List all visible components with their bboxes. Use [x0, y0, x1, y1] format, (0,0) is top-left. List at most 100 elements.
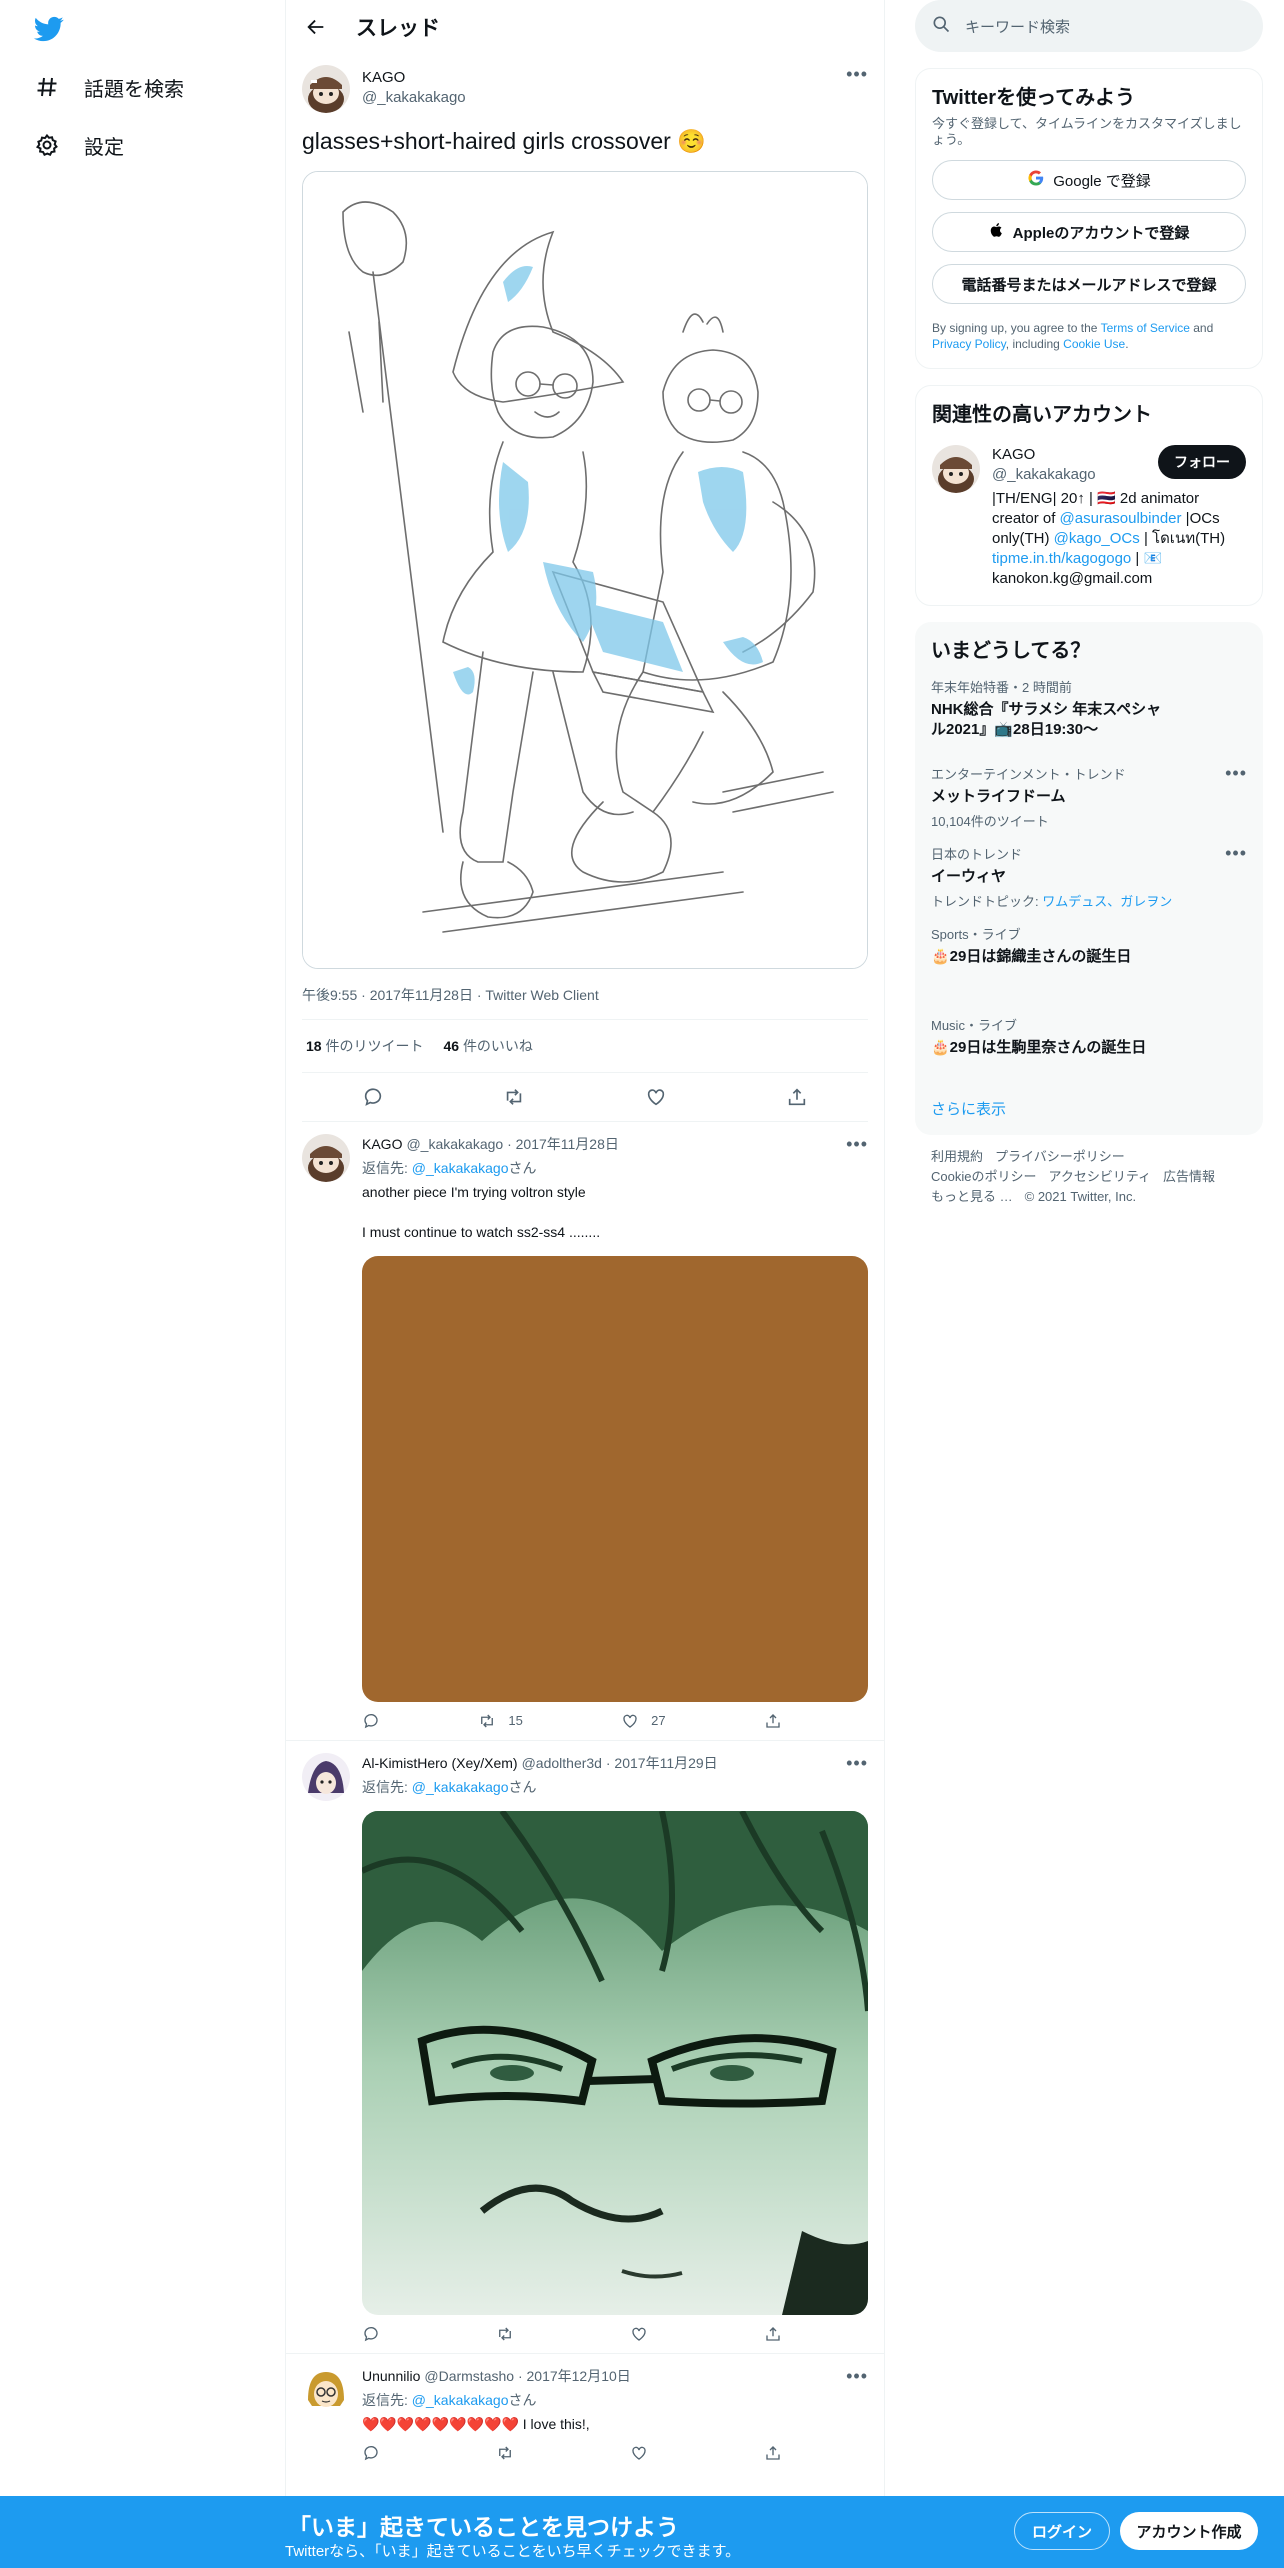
phone-signup-button[interactable]: 電話番号またはメールアドレスで登録 — [932, 264, 1246, 304]
like-icon[interactable] — [630, 2444, 648, 2462]
phone-signup-label: 電話番号またはメールアドレスで登録 — [961, 276, 1217, 294]
more-icon[interactable]: ••• — [846, 1135, 868, 1153]
search-input[interactable]: キーワード検索 — [965, 16, 1070, 37]
footer-link[interactable]: もっと見る … — [931, 1189, 1013, 1204]
retweet-icon[interactable] — [496, 2325, 514, 2343]
avatar[interactable] — [302, 2365, 350, 2414]
reply-to-link[interactable]: @_kakakakago — [412, 1160, 509, 1176]
retweet-button[interactable]: 15 — [478, 1712, 523, 1730]
avatar[interactable] — [302, 1133, 350, 1182]
nav-explore-label: 話題を検索 — [84, 78, 184, 101]
like-count[interactable]: 46 件のいいね — [443, 1036, 532, 1056]
retweet-count[interactable]: 18 件のリツイート — [306, 1036, 423, 1056]
reply-author-name[interactable]: Ununnilio — [362, 2368, 420, 2384]
trend-item[interactable]: Sports・ライブ 🎂29日は錦織圭さんの誕生日 — [931, 924, 1247, 967]
avatar[interactable] — [932, 445, 980, 493]
reply-author-name[interactable]: Al-KimistHero (Xey/Xem) — [362, 1755, 518, 1771]
bottom-bar-subtitle: Twitterなら、「いま」起きていることをいち早くチェックできます。 — [285, 2543, 741, 2560]
show-more-link[interactable]: さらに表示 — [931, 1098, 1247, 1119]
reply-date[interactable]: · 2017年12月10日 — [518, 2366, 631, 2386]
search-bar[interactable]: キーワード検索 — [915, 0, 1263, 52]
like-button[interactable]: 27 — [621, 1712, 666, 1730]
reply-to-link[interactable]: @_kakakakago — [412, 2392, 509, 2408]
nav-explore[interactable]: 話題を検索 — [34, 64, 184, 110]
tweet-actions — [302, 1073, 868, 1122]
related-account[interactable]: KAGO @_kakakakago フォロー |TH/ENG| 20↑ | 🇹🇭… — [932, 445, 1246, 589]
reply-tweet[interactable]: KAGO @_kakakakago · 2017年11月28日 ••• 返信先:… — [286, 1122, 884, 1741]
share-icon[interactable] — [764, 2444, 782, 2462]
like-count: 27 — [651, 1713, 666, 1729]
tweet-image[interactable] — [302, 170, 868, 969]
related-name[interactable]: KAGO — [992, 445, 1096, 465]
left-nav: 話題を検索 設定 — [0, 0, 285, 2496]
cookie-link[interactable]: Cookie Use — [1063, 337, 1125, 351]
author-name[interactable]: KAGO — [362, 69, 834, 86]
reply-date[interactable]: · 2017年11月28日 — [507, 1134, 619, 1154]
trend-item[interactable]: 年末年始特番・2 時間前 NHK総合『サラメシ 年末スペシャル2021』📺28日… — [931, 677, 1247, 740]
footer-link[interactable]: 広告情報 — [1163, 1169, 1215, 1184]
more-icon[interactable]: ••• — [846, 1754, 868, 1772]
reply-icon[interactable] — [362, 2444, 380, 2462]
bottom-bar-title: 「いま」起きていることを見つけよう — [288, 2514, 679, 2540]
reply-icon[interactable] — [361, 1085, 385, 1109]
reply-text: ❤️❤️❤️❤️❤️❤️❤️❤️❤️ I love this!, — [362, 2415, 590, 2432]
retweet-icon[interactable] — [496, 2444, 514, 2462]
reply-author-handle[interactable]: @_kakakakago — [406, 1136, 503, 1152]
share-icon[interactable] — [764, 2325, 782, 2343]
more-icon[interactable]: ••• — [846, 65, 868, 83]
more-icon[interactable]: ••• — [846, 2367, 868, 2385]
reply-icon[interactable] — [362, 1712, 380, 1730]
like-icon[interactable] — [644, 1085, 668, 1109]
apple-icon — [989, 221, 1005, 243]
trend-item[interactable]: 日本のトレンド イーウィヤ トレンドトピック: ワムデュス、ガレヲン ••• — [931, 844, 1247, 910]
twitter-logo-icon[interactable] — [32, 14, 66, 44]
more-icon[interactable]: ••• — [1225, 764, 1247, 782]
reply-image[interactable] — [362, 1255, 868, 1702]
trend-topic-link[interactable]: ワムデュス、ガレヲン — [1042, 894, 1172, 909]
share-icon[interactable] — [785, 1085, 809, 1109]
google-signup-button[interactable]: Google で登録 — [932, 160, 1246, 200]
footer-links: 利用規約 プライバシーポリシー Cookieのポリシー アクセシビリティ 広告情報 も… — [915, 1135, 1263, 1219]
reply-date[interactable]: · 2017年11月29日 — [606, 1753, 718, 1773]
reply-author-handle[interactable]: @Darmstasho — [424, 2368, 514, 2384]
follow-button[interactable]: フォロー — [1158, 445, 1246, 479]
bio-link[interactable]: @asurasoulbinder — [1060, 510, 1182, 527]
tweet-stats: 18 件のリツイート 46 件のいいね — [302, 1020, 868, 1073]
nav-settings[interactable]: 設定 — [34, 122, 124, 168]
trend-item[interactable]: エンターテインメント・トレンド メットライフドーム 10,104件のツイート •… — [931, 764, 1247, 830]
related-title: 関連性の高いアカウント — [932, 404, 1152, 426]
reply-to-link[interactable]: @_kakakakago — [412, 1779, 509, 1795]
reply-image[interactable] — [362, 1810, 868, 2315]
bio-link[interactable]: tipme.in.th/kagogogo — [992, 550, 1131, 567]
author-handle[interactable]: @_kakakakago — [362, 89, 834, 106]
terms-link[interactable]: Terms of Service — [1101, 321, 1190, 335]
footer-link[interactable]: プライバシーポリシー — [995, 1149, 1125, 1164]
trend-item[interactable]: Music・ライブ 🎂29日は生駒里奈さんの誕生日 — [931, 1015, 1247, 1058]
footer-link[interactable]: Cookieのポリシー — [931, 1169, 1036, 1184]
reply-icon[interactable] — [362, 2325, 380, 2343]
page-title: スレッド — [356, 16, 440, 40]
like-icon[interactable] — [630, 2325, 648, 2343]
back-arrow-icon[interactable] — [302, 13, 330, 41]
share-icon[interactable] — [764, 1712, 782, 1730]
login-button[interactable]: ログイン — [1014, 2512, 1110, 2550]
apple-signup-button[interactable]: Appleのアカウントで登録 — [932, 212, 1246, 252]
reply-tweet[interactable]: Ununnilio @Darmstasho · 2017年12月10日 ••• … — [286, 2354, 884, 2472]
reply-author-handle[interactable]: @adolther3d — [522, 1755, 602, 1771]
retweet-icon[interactable] — [502, 1085, 526, 1109]
avatar[interactable] — [302, 1752, 350, 1801]
privacy-link[interactable]: Privacy Policy — [932, 337, 1006, 351]
related-handle[interactable]: @_kakakakago — [992, 465, 1096, 485]
reply-author-name[interactable]: KAGO — [362, 1136, 402, 1152]
signup-title: Twitterを使ってみよう — [932, 87, 1136, 109]
avatar[interactable] — [302, 65, 350, 113]
signup-button[interactable]: アカウント作成 — [1120, 2512, 1258, 2550]
nav-settings-label: 設定 — [84, 136, 124, 159]
footer-link[interactable]: アクセシビリティ — [1048, 1169, 1151, 1184]
more-icon[interactable]: ••• — [1225, 844, 1247, 862]
bio-link[interactable]: @kago_OCs — [1054, 530, 1140, 547]
reply-tweet[interactable]: Al-KimistHero (Xey/Xem) @adolther3d · 20… — [286, 1741, 884, 2354]
footer-link[interactable]: 利用規約 — [931, 1149, 983, 1164]
related-accounts-card: 関連性の高いアカウント KAGO @_kakakakago フォロー |TH/E… — [915, 385, 1263, 606]
header: スレッド — [286, 0, 884, 53]
